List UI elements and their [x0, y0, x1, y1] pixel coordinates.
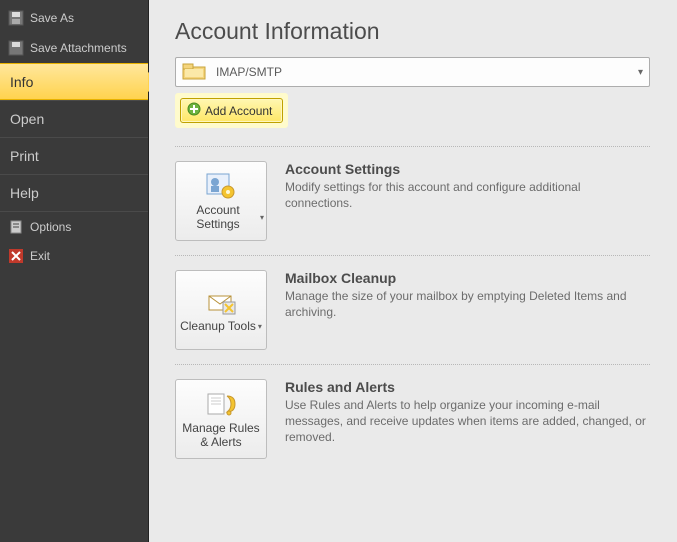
save-as-icon — [8, 10, 24, 26]
dropdown-icon: ▾ — [260, 213, 264, 222]
options-item[interactable]: Options — [0, 211, 148, 241]
account-type-label: IMAP/SMTP — [216, 65, 282, 79]
rules-tile-label: Manage Rules & Alerts — [178, 422, 264, 450]
account-settings-heading: Account Settings — [285, 161, 650, 177]
add-account-highlight: Add Account — [175, 93, 288, 128]
account-settings-icon — [205, 170, 237, 202]
save-attachments-icon — [8, 40, 24, 56]
account-settings-body: Modify settings for this account and con… — [285, 179, 650, 211]
save-attachments-item[interactable]: Save Attachments — [0, 33, 148, 63]
rules-desc: Rules and Alerts Use Rules and Alerts to… — [285, 379, 650, 459]
options-icon — [8, 219, 24, 235]
save-as-item[interactable]: Save As — [0, 3, 148, 33]
help-item[interactable]: Help — [0, 174, 148, 211]
exit-item[interactable]: Exit — [0, 241, 148, 271]
save-attachments-label: Save Attachments — [30, 41, 127, 55]
cleanup-heading: Mailbox Cleanup — [285, 270, 650, 286]
rules-icon — [205, 388, 237, 420]
add-account-label: Add Account — [205, 104, 272, 118]
help-label: Help — [10, 185, 39, 201]
rules-heading: Rules and Alerts — [285, 379, 650, 395]
add-account-button[interactable]: Add Account — [180, 98, 283, 123]
rules-body: Use Rules and Alerts to help organize yo… — [285, 397, 650, 446]
main-panel: Account Information IMAP/SMTP ▾ Add Acco… — [149, 0, 677, 542]
cleanup-icon — [205, 286, 237, 318]
print-item[interactable]: Print — [0, 137, 148, 174]
account-dropdown[interactable]: IMAP/SMTP ▾ — [175, 57, 650, 87]
chevron-down-icon: ▾ — [638, 67, 643, 78]
cleanup-section: Cleanup Tools▾ Mailbox Cleanup Manage th… — [175, 256, 650, 365]
exit-label: Exit — [30, 249, 50, 263]
account-settings-tile-label: Account Settings — [178, 204, 258, 232]
page-title: Account Information — [175, 18, 677, 45]
print-label: Print — [10, 148, 39, 164]
rules-section: Manage Rules & Alerts Rules and Alerts U… — [175, 365, 650, 473]
backstage-sidebar: Save As Save Attachments Info Open Print… — [0, 0, 149, 542]
account-settings-tile[interactable]: Account Settings▾ — [175, 161, 267, 241]
cleanup-desc: Mailbox Cleanup Manage the size of your … — [285, 270, 650, 350]
account-settings-desc: Account Settings Modify settings for thi… — [285, 161, 650, 241]
dropdown-icon: ▾ — [258, 322, 262, 331]
cleanup-tile-label: Cleanup Tools — [180, 320, 256, 334]
folder-icon — [182, 61, 208, 84]
options-label: Options — [30, 220, 71, 234]
info-item[interactable]: Info — [0, 63, 148, 100]
cleanup-body: Manage the size of your mailbox by empty… — [285, 288, 650, 320]
account-settings-section: Account Settings▾ Account Settings Modif… — [175, 147, 650, 256]
info-label: Info — [10, 74, 33, 90]
open-label: Open — [10, 111, 44, 127]
plus-icon — [187, 102, 201, 119]
exit-icon — [8, 248, 24, 264]
save-as-label: Save As — [30, 11, 74, 25]
rules-alerts-tile[interactable]: Manage Rules & Alerts — [175, 379, 267, 459]
cleanup-tools-tile[interactable]: Cleanup Tools▾ — [175, 270, 267, 350]
open-item[interactable]: Open — [0, 100, 148, 137]
